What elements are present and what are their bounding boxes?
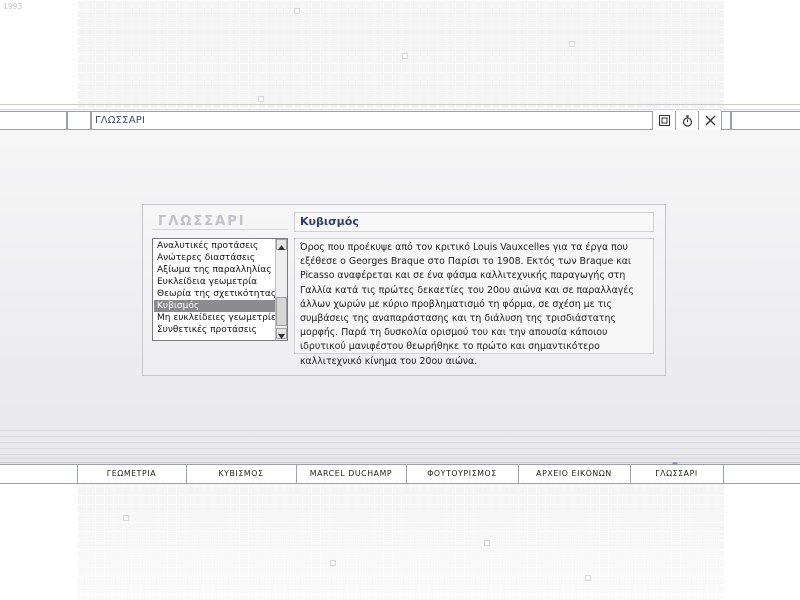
- term-definition: Όρος που προέκυψε από τον κριτικό Louis …: [294, 238, 654, 367]
- decor-square: [294, 8, 300, 14]
- glossary-term-item[interactable]: Αξίωμα της παραλληλίας: [154, 264, 275, 276]
- decor-stripe: [0, 442, 800, 443]
- glossary-term-item[interactable]: Συνθετικές προτάσεις: [154, 324, 275, 336]
- heading-rule: [152, 229, 288, 230]
- terms-listbox[interactable]: Αναλυτικές προτάσεις Ανώτερες διαστάσεις Α…: [152, 238, 288, 341]
- nav-item-4[interactable]: ΑΡΧΕΙΟ ΕΙΚΟΝΩΝ: [518, 464, 630, 484]
- nav-separator: [77, 464, 78, 484]
- nav-item-2[interactable]: MARCEL DUCHAMP: [296, 464, 406, 484]
- scroll-thumb[interactable]: [276, 297, 287, 326]
- timer-button[interactable]: [675, 111, 698, 130]
- decor-square: [330, 560, 336, 566]
- titlebar-divider: [90, 111, 92, 130]
- corner-label: 1993: [3, 2, 23, 11]
- frame-icon: [658, 115, 670, 126]
- glossary-term-item[interactable]: Ευκλείδεια γεωμετρία: [154, 276, 275, 288]
- nav-item-5[interactable]: ΓΛΩΣΣΑΡΙ: [630, 464, 723, 484]
- nav-separator: [723, 464, 724, 484]
- glossary-heading: ΓΛΩΣΣΑΡΙ: [158, 214, 246, 229]
- nav-separator: [630, 464, 631, 484]
- glossary-term-item[interactable]: Ανώτερες διαστάσεις: [154, 252, 275, 264]
- decor-stripe: [0, 430, 800, 431]
- glossary-term-item[interactable]: Αναλυτικές προτάσεις: [154, 240, 275, 252]
- glossary-term-item[interactable]: Κυβισμός: [154, 300, 275, 312]
- nav-separator: [518, 464, 519, 484]
- list-scrollbar[interactable]: [275, 239, 287, 340]
- decor-square: [402, 53, 408, 59]
- titlebar-divider: [730, 111, 732, 130]
- close-icon: [705, 115, 716, 126]
- decor-stripe: [0, 448, 800, 449]
- decor-square: [123, 515, 129, 521]
- nav-item-3[interactable]: ΦΟΥΤΟΥΡΙΣΜΟΣ: [406, 464, 518, 484]
- decor-square: [258, 96, 264, 102]
- glossary-term-item[interactable]: Μη ευκλείδειες γεωμετρίες: [154, 312, 275, 324]
- arrow-up-icon: [278, 239, 285, 254]
- window-title: ΓΛΩΣΣΑΡΙ: [95, 115, 146, 126]
- nav-separator: [296, 464, 297, 484]
- decor-stripe: [0, 436, 800, 437]
- terms-list: Αναλυτικές προτάσεις Ανώτερες διαστάσεις Α…: [154, 240, 275, 336]
- scroll-down-button[interactable]: [276, 328, 287, 339]
- scroll-up-button[interactable]: [276, 239, 287, 250]
- decor-square: [484, 540, 490, 546]
- close-button[interactable]: [698, 111, 722, 130]
- frame-button[interactable]: [652, 111, 675, 130]
- nav-separator: [186, 464, 187, 484]
- nav-separator: [406, 464, 407, 484]
- arrow-down-icon: [278, 324, 285, 340]
- titlebar-divider: [66, 111, 68, 130]
- decor-square: [569, 41, 575, 47]
- nav-top-rule: [0, 458, 800, 463]
- stopwatch-icon: [682, 114, 693, 127]
- glossary-term-item[interactable]: Θεωρία της σχετικότητας: [154, 288, 275, 300]
- nav-item-1[interactable]: ΚΥΒΙΣΜΟΣ: [186, 464, 296, 484]
- nav-item-0[interactable]: ΓΕΩΜΕΤΡΙΑ: [77, 464, 186, 484]
- selected-term-title: Κυβισμός: [300, 215, 359, 228]
- decor-stripe: [0, 454, 800, 455]
- decor-square: [585, 575, 591, 581]
